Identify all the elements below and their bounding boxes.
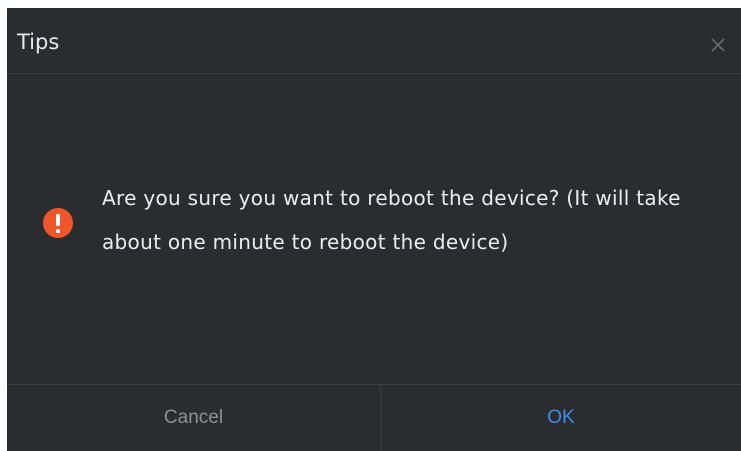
dialog-footer: Cancel OK (7, 384, 741, 451)
reboot-confirm-dialog: Tips Are you sure you want to reboot the… (7, 8, 741, 451)
dialog-body: Are you sure you want to reboot the devi… (7, 74, 741, 384)
dialog-header: Tips (7, 8, 741, 74)
exclamation-circle-icon (43, 208, 73, 238)
ok-button[interactable]: OK (381, 385, 741, 451)
dialog-title: Tips (17, 30, 60, 54)
close-icon[interactable] (707, 34, 729, 56)
cancel-button[interactable]: Cancel (7, 385, 381, 451)
dialog-message: Are you sure you want to reboot the devi… (102, 186, 681, 254)
top-strip (0, 0, 120, 8)
